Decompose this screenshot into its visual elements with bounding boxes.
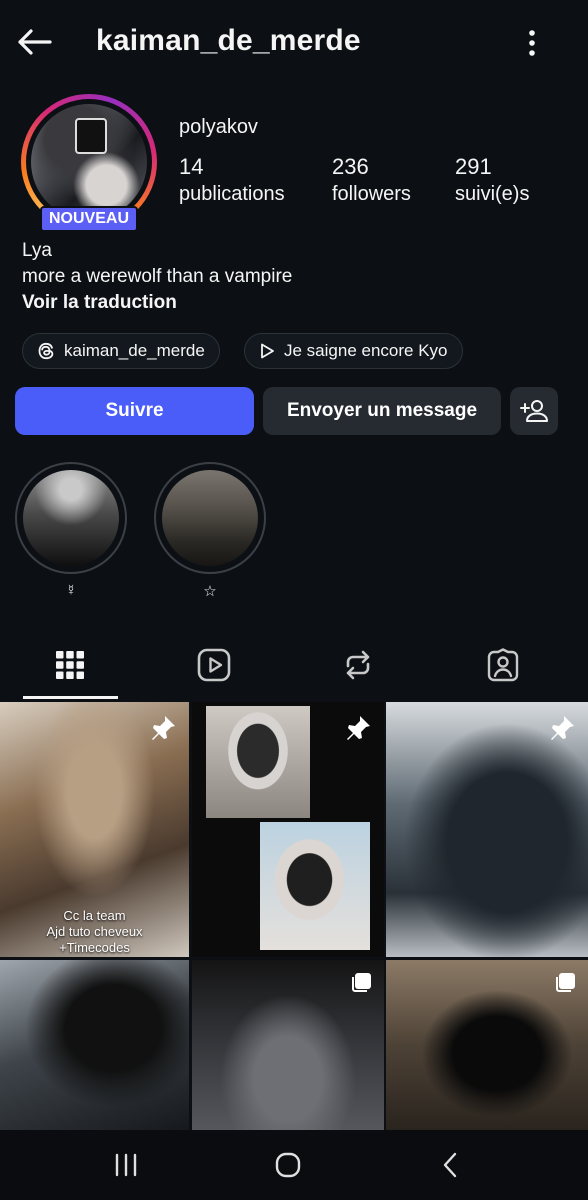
tab-reposts[interactable] (310, 632, 406, 698)
tagged-icon (487, 648, 519, 682)
music-link-pill[interactable]: Je saigne encore Kyo (244, 333, 463, 369)
post-thumbnail[interactable] (386, 960, 588, 1130)
threads-icon (38, 342, 54, 360)
pin-icon (152, 716, 175, 740)
message-button[interactable]: Envoyer un message (263, 387, 501, 435)
stat-label: publications (179, 183, 285, 205)
profile-avatar[interactable]: NOUVEAU (21, 94, 157, 232)
highlight-cover (23, 470, 119, 566)
recent-apps-icon (115, 1153, 137, 1177)
bio-text: more a werewolf than a vampire (22, 266, 293, 287)
grid-icon (56, 651, 84, 679)
post-thumbnail[interactable] (192, 702, 384, 957)
post-thumbnail[interactable] (0, 960, 189, 1130)
highlight-label: ☿ (65, 582, 77, 599)
avatar-image (31, 104, 147, 220)
more-options-button[interactable] (520, 26, 544, 60)
play-icon (261, 343, 274, 359)
back-button[interactable] (14, 22, 54, 62)
active-tab-indicator (23, 696, 118, 699)
follow-button[interactable]: Suivre (15, 387, 254, 435)
profile-tabs (0, 632, 588, 700)
arrow-left-icon (18, 29, 52, 55)
home-circle-icon (275, 1152, 301, 1178)
stat-value: 236 (332, 154, 369, 179)
post-caption: Cc la team Ajd tuto cheveux +Timecodes (46, 908, 143, 955)
top-bar: kaiman_de_merde (0, 0, 588, 90)
music-link-text: Je saigne encore Kyo (284, 341, 448, 360)
bio-name: Lya (22, 240, 52, 261)
tab-posts-grid[interactable] (22, 632, 118, 698)
stat-value: 291 (455, 154, 492, 179)
multiple-photos-icon (556, 973, 575, 992)
pin-icon (551, 716, 574, 740)
home-button[interactable] (258, 1144, 318, 1186)
add-person-icon (520, 400, 548, 422)
post-thumbnail[interactable]: Cc la team Ajd tuto cheveux +Timecodes (0, 702, 189, 957)
threads-link-text: kaiman_de_merde (64, 341, 205, 360)
post-thumbnail[interactable] (386, 702, 588, 957)
system-back-button[interactable] (420, 1144, 480, 1186)
stat-value: 14 (179, 154, 204, 179)
highlight-cover (162, 470, 258, 566)
suggested-accounts-button[interactable] (510, 387, 558, 435)
chevron-left-icon (443, 1152, 457, 1178)
display-name: polyakov (179, 116, 258, 138)
stat-following[interactable]: 291 suivi(e)s (455, 154, 529, 206)
see-translation-link[interactable]: Voir la traduction (22, 292, 177, 314)
posts-grid: Cc la team Ajd tuto cheveux +Timecodes (0, 702, 588, 1130)
tab-tagged[interactable] (455, 632, 551, 698)
system-navigation-bar (0, 1130, 588, 1200)
pin-icon (347, 716, 370, 740)
reels-icon (197, 648, 231, 682)
new-badge: NOUVEAU (40, 206, 138, 232)
multiple-photos-icon (352, 973, 371, 992)
recent-apps-button[interactable] (96, 1144, 156, 1186)
stat-publications[interactable]: 14 publications (179, 154, 285, 206)
stat-followers[interactable]: 236 followers (332, 154, 411, 206)
highlight-2[interactable]: ☆ (154, 462, 266, 600)
highlight-label: ☆ (203, 583, 217, 600)
stat-label: followers (332, 183, 411, 205)
post-thumbnail[interactable] (192, 960, 384, 1130)
highlight-1[interactable]: ☿ (15, 462, 127, 599)
profile-username: kaiman_de_merde (96, 24, 361, 57)
stat-label: suivi(e)s (455, 183, 530, 205)
threads-link-pill[interactable]: kaiman_de_merde (22, 333, 220, 369)
more-vertical-icon (529, 30, 535, 56)
tab-reels[interactable] (166, 632, 262, 698)
reposts-icon (346, 650, 370, 680)
